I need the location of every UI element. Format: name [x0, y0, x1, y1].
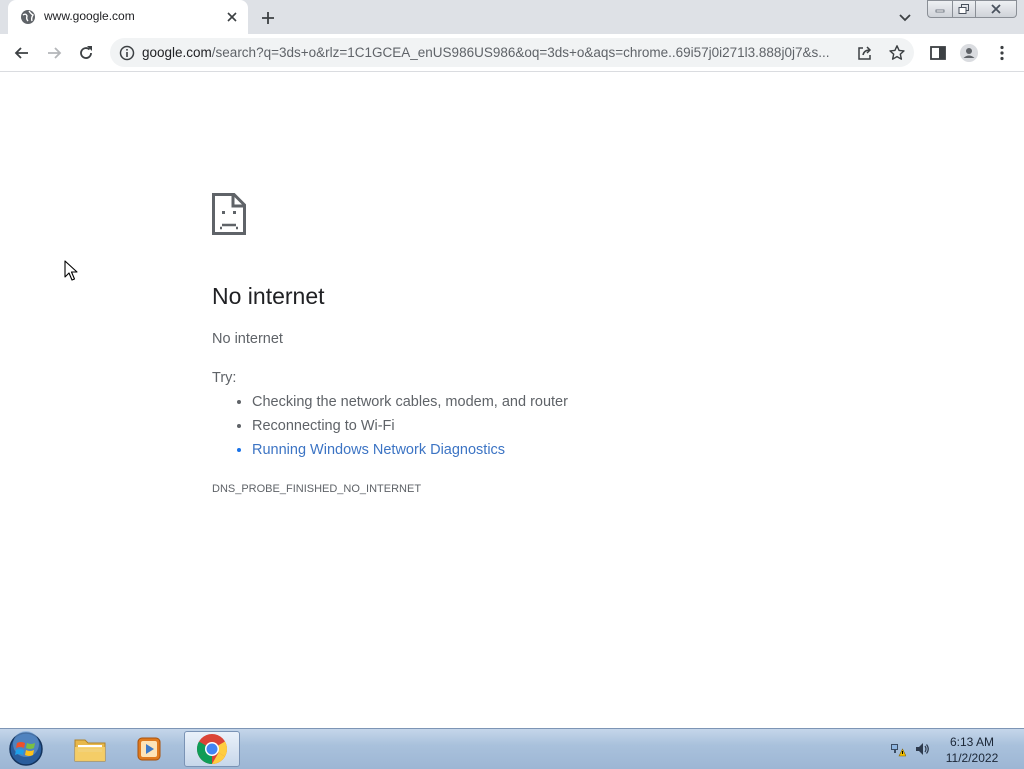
list-item: Reconnecting to Wi-Fi — [252, 414, 568, 438]
restore-icon — [958, 3, 969, 14]
info-icon[interactable] — [119, 45, 135, 61]
window-controls — [927, 0, 1018, 18]
minimize-icon — [935, 9, 945, 13]
network-diagnostics-link[interactable]: Running Windows Network Diagnostics — [252, 442, 505, 458]
media-player-taskbar-button[interactable] — [121, 731, 177, 767]
folder-icon — [74, 739, 106, 762]
taskbar: 6:13 AM 11/2/2022 — [0, 728, 1024, 769]
tab-title: www.google.com — [44, 9, 135, 23]
clock-time: 6:13 AM — [949, 735, 995, 749]
windows-explorer-taskbar-button[interactable] — [62, 731, 118, 767]
suggestions-list: Checking the network cables, modem, and … — [212, 390, 568, 462]
sad-document-icon — [212, 193, 246, 235]
url-path: /search?q=3ds+o&rlz=1C1GCEA_enUS986US986… — [211, 45, 830, 60]
address-bar[interactable]: google.com/search?q=3ds+o&rlz=1C1GCEA_en… — [110, 38, 914, 67]
menu-kebab-icon[interactable] — [992, 43, 1012, 63]
clock-date: 11/2/2022 — [945, 751, 999, 765]
volume-icon[interactable] — [914, 741, 930, 757]
chevron-down-icon[interactable] — [896, 8, 914, 26]
forward-arrow-icon[interactable] — [44, 43, 64, 63]
tab-google[interactable]: www.google.com — [8, 0, 248, 34]
chrome-icon — [196, 734, 228, 764]
network-diagnostics-link-item: Running Windows Network Diagnostics — [252, 438, 568, 462]
url-text[interactable]: google.com/search?q=3ds+o&rlz=1C1GCEA_en… — [142, 45, 852, 60]
page-content: No internet No internet Try: Checking th… — [0, 72, 1024, 728]
profile-avatar-icon[interactable] — [959, 43, 979, 63]
browser-toolbar: google.com/search?q=3ds+o&rlz=1C1GCEA_en… — [0, 34, 1024, 72]
tab-strip: www.google.com — [0, 0, 1024, 34]
back-arrow-icon[interactable] — [12, 43, 32, 63]
close-window-button[interactable] — [976, 0, 1017, 18]
start-orb-icon[interactable] — [6, 731, 46, 767]
list-item: Checking the network cables, modem, and … — [252, 390, 568, 414]
reload-icon[interactable] — [76, 43, 96, 63]
globe-icon — [21, 10, 35, 24]
google-chrome-taskbar-button[interactable] — [184, 731, 240, 767]
try-label: Try: — [212, 370, 237, 386]
page-title: No internet — [212, 283, 325, 309]
bookmark-star-icon[interactable] — [888, 44, 906, 62]
close-icon — [991, 4, 1001, 14]
error-subtitle: No internet — [212, 331, 283, 347]
close-tab-icon[interactable] — [224, 9, 240, 25]
share-icon[interactable] — [856, 44, 874, 62]
new-tab-icon[interactable] — [258, 8, 278, 28]
taskbar-clock[interactable]: 6:13 AM 11/2/2022 — [930, 734, 1014, 766]
restore-button[interactable] — [953, 0, 976, 18]
media-player-icon — [137, 737, 161, 761]
url-host: google.com — [142, 45, 212, 60]
mouse-pointer-icon — [64, 260, 78, 281]
minimize-button[interactable] — [927, 0, 953, 18]
error-code: DNS_PROBE_FINISHED_NO_INTERNET — [212, 483, 422, 495]
side-panel-icon[interactable] — [928, 43, 948, 63]
network-warning-icon[interactable] — [890, 741, 906, 757]
